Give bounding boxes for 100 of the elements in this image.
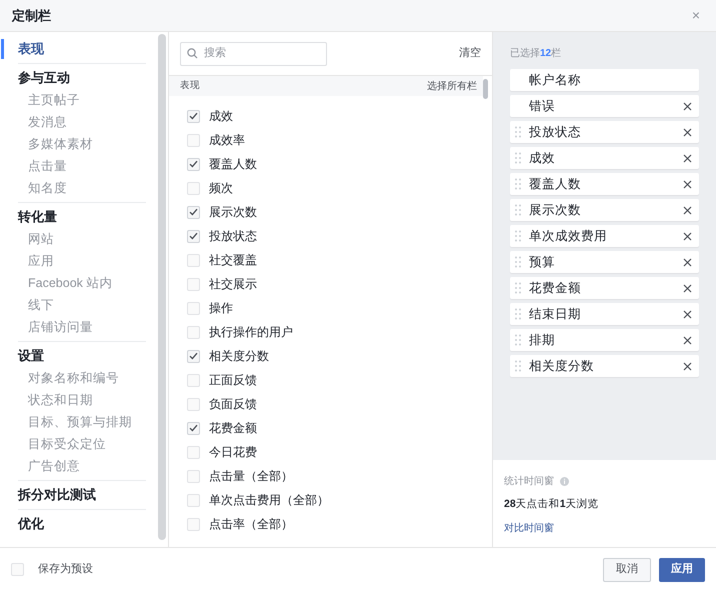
remove-button[interactable]	[682, 205, 692, 215]
column-option[interactable]: 投放状态	[209, 227, 257, 245]
column-option[interactable]: 社交展示	[209, 275, 257, 293]
column-option[interactable]: 负面反馈	[209, 395, 257, 413]
column-option[interactable]: 覆盖人数	[209, 155, 257, 173]
column-option[interactable]: 频次	[209, 179, 233, 197]
selected-column[interactable]: 覆盖人数	[510, 173, 699, 195]
selected-column[interactable]: 展示次数	[510, 199, 699, 221]
drag-handle-icon[interactable]	[515, 334, 521, 346]
save-preset-label: 保存为预设	[38, 562, 93, 578]
remove-button[interactable]	[682, 257, 692, 267]
column-option[interactable]: 执行操作的用户	[209, 323, 293, 341]
checkbox[interactable]	[187, 254, 200, 266]
scrollbar[interactable]	[158, 34, 166, 540]
drag-handle-icon[interactable]	[515, 204, 521, 216]
remove-button[interactable]	[682, 127, 692, 137]
selected-column[interactable]: 排期	[510, 329, 699, 351]
checkbox[interactable]	[187, 518, 200, 530]
search-field[interactable]: 搜索	[180, 42, 327, 66]
remove-button[interactable]	[682, 231, 692, 241]
selected-column[interactable]: 单次成效费用	[510, 225, 699, 247]
cancel-button[interactable]: 取消	[603, 558, 651, 582]
checkbox[interactable]	[187, 422, 200, 434]
remove-button[interactable]	[682, 335, 692, 345]
column-label: 花费金额	[529, 280, 582, 297]
drag-handle-icon[interactable]	[515, 126, 521, 138]
drag-handle-icon[interactable]	[515, 230, 521, 242]
selected-column[interactable]: 花费金额	[510, 277, 699, 299]
sidebar-section[interactable]: 优化	[18, 513, 146, 535]
column-label: 相关度分数	[529, 358, 595, 375]
drag-handle-icon[interactable]	[515, 178, 521, 190]
checkbox[interactable]	[187, 326, 200, 338]
selected-column[interactable]: 帐户名称	[510, 69, 699, 91]
search-input[interactable]: 搜索	[204, 45, 314, 62]
column-option[interactable]: 花费金额	[209, 419, 257, 437]
drag-handle-icon[interactable]	[515, 360, 521, 372]
checkbox[interactable]	[187, 302, 200, 314]
sidebar-section[interactable]: 设置	[18, 345, 146, 367]
remove-button[interactable]	[682, 153, 692, 163]
checkbox[interactable]	[187, 206, 200, 218]
compare-window-link[interactable]: 对比时间窗	[504, 520, 705, 536]
selected-column[interactable]: 相关度分数	[510, 355, 699, 377]
select-all-link[interactable]: 选择所有栏	[427, 78, 477, 94]
checkbox[interactable]	[187, 158, 200, 170]
remove-button[interactable]	[682, 361, 692, 371]
checkbox[interactable]	[187, 398, 200, 410]
checkbox[interactable]	[187, 470, 200, 482]
list-header: 表现	[180, 78, 200, 93]
sidebar-section[interactable]: 转化量	[18, 206, 146, 228]
column-option[interactable]: 单次点击费用（全部）	[209, 491, 329, 509]
checkbox[interactable]	[187, 350, 200, 362]
attribution-value: 28天点击和1天浏览	[504, 497, 600, 512]
selected-column[interactable]: 预算	[510, 251, 699, 273]
sidebar-section[interactable]: 参与互动	[18, 67, 146, 89]
column-option[interactable]: 成效率	[209, 131, 245, 149]
search-icon	[187, 48, 198, 59]
clear-button[interactable]: 清空	[459, 45, 481, 62]
column-label: 帐户名称	[529, 72, 582, 89]
checkbox[interactable]	[187, 446, 200, 458]
checkbox[interactable]	[187, 230, 200, 242]
remove-button[interactable]	[682, 179, 692, 189]
checkbox[interactable]	[187, 278, 200, 290]
selected-count: 已选择12栏	[510, 46, 562, 61]
remove-button[interactable]	[682, 309, 692, 319]
info-icon[interactable]	[560, 477, 569, 486]
column-option[interactable]: 点击率（全部）	[209, 515, 293, 533]
apply-button[interactable]: 应用	[659, 558, 705, 582]
checkmark-icon	[189, 208, 198, 216]
column-option[interactable]: 今日花费	[209, 443, 257, 461]
remove-button[interactable]	[682, 283, 692, 293]
remove-button[interactable]	[682, 101, 692, 111]
column-option[interactable]: 操作	[209, 299, 233, 317]
sidebar-section[interactable]: 拆分对比测试	[18, 484, 146, 506]
attribution-label: 统计时间窗	[504, 474, 554, 489]
drag-handle-icon[interactable]	[515, 152, 521, 164]
selected-column[interactable]: 成效	[510, 147, 699, 169]
column-option[interactable]: 相关度分数	[209, 347, 269, 365]
selected-column[interactable]: 结束日期	[510, 303, 699, 325]
checkbox[interactable]	[187, 494, 200, 506]
selected-column[interactable]: 投放状态	[510, 121, 699, 143]
checkbox[interactable]	[187, 134, 200, 146]
column-option[interactable]: 正面反馈	[209, 371, 257, 389]
column-option[interactable]: 成效	[209, 107, 233, 125]
drag-handle-icon[interactable]	[515, 256, 521, 268]
column-label: 覆盖人数	[529, 176, 582, 193]
drag-handle-icon[interactable]	[515, 282, 521, 294]
checkbox[interactable]	[187, 374, 200, 386]
column-option[interactable]: 展示次数	[209, 203, 257, 221]
column-label: 投放状态	[529, 124, 582, 141]
checkbox[interactable]	[187, 182, 200, 194]
drag-handle-icon[interactable]	[515, 308, 521, 320]
sidebar-section[interactable]: 表现	[18, 38, 146, 60]
column-option[interactable]: 点击量（全部）	[209, 467, 293, 485]
window-title: 定制栏	[12, 6, 51, 25]
selected-column[interactable]: 错误	[510, 95, 699, 117]
scrollbar[interactable]	[483, 79, 488, 99]
checkbox[interactable]	[11, 563, 24, 576]
column-label: 排期	[529, 332, 556, 349]
checkbox[interactable]	[187, 110, 200, 122]
column-option[interactable]: 社交覆盖	[209, 251, 257, 269]
